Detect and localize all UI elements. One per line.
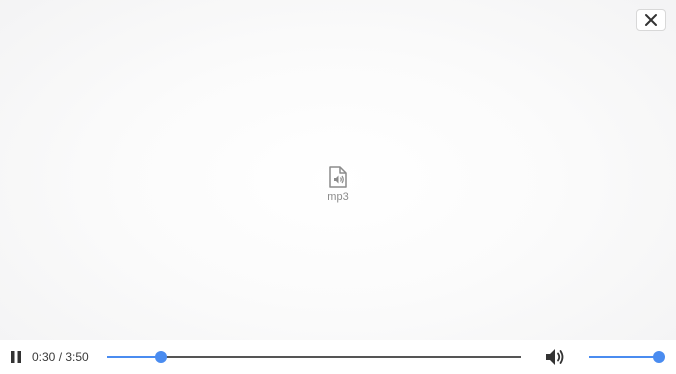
time-display: 0:30 / 3:50 — [32, 350, 89, 364]
volume-handle[interactable] — [653, 351, 665, 363]
seek-handle[interactable] — [155, 351, 167, 363]
speaker-icon — [546, 349, 564, 365]
close-button[interactable] — [636, 9, 666, 31]
seek-track — [107, 356, 521, 358]
mute-button[interactable] — [544, 347, 566, 367]
seek-progress — [107, 356, 161, 358]
play-pause-button[interactable] — [8, 349, 24, 365]
volume-level — [589, 356, 661, 358]
seek-slider[interactable] — [107, 350, 521, 364]
file-preview: mp3 — [308, 166, 368, 203]
file-type-label: mp3 — [327, 191, 349, 203]
volume-slider[interactable] — [589, 350, 665, 364]
media-controls: 0:30 / 3:50 — [0, 340, 676, 374]
close-icon — [645, 14, 657, 26]
pause-icon — [11, 351, 21, 363]
audio-file-icon — [329, 166, 347, 188]
